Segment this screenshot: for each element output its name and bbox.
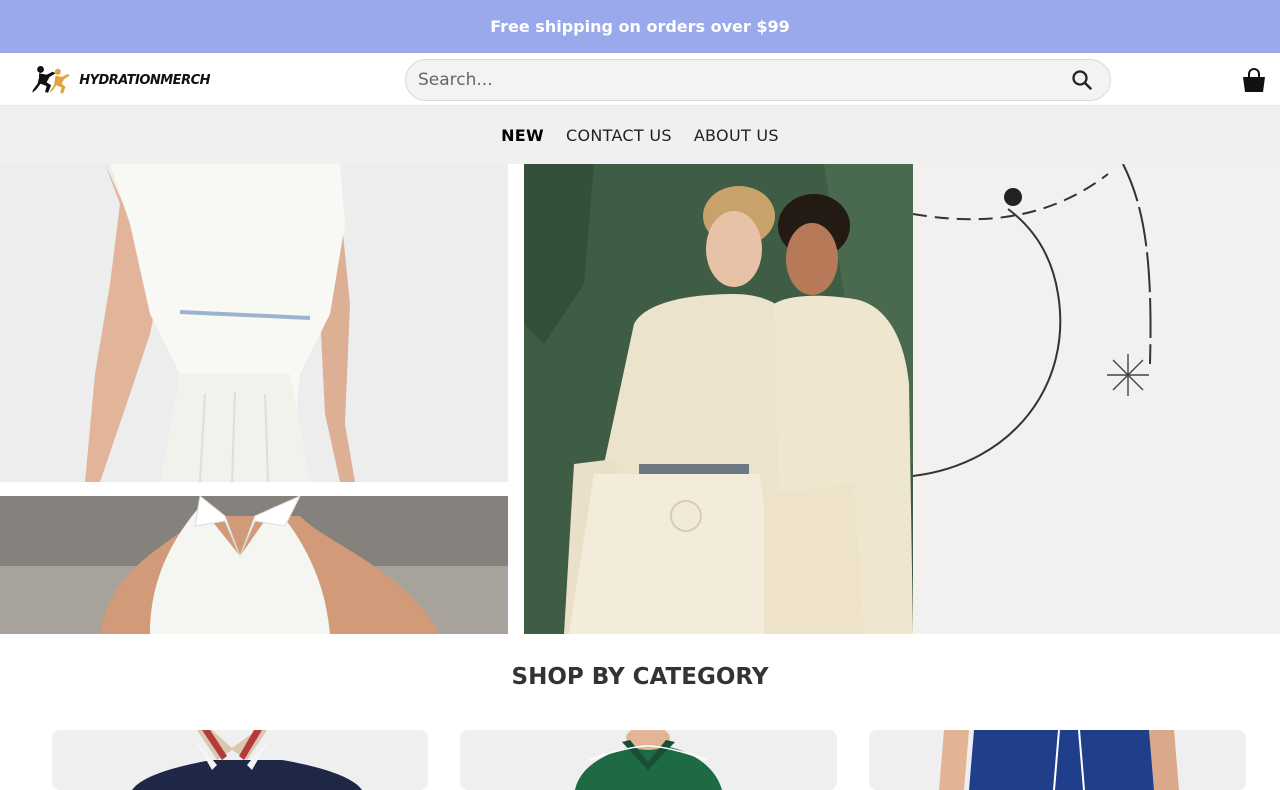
cart-button[interactable] xyxy=(1240,68,1268,94)
hero-image-halter-top xyxy=(0,496,508,634)
nav-item-about-us[interactable]: ABOUT US xyxy=(694,126,779,145)
category-card-jackets[interactable] xyxy=(52,730,428,790)
category-card-shorts[interactable] xyxy=(869,730,1246,790)
nav-item-new[interactable]: NEW xyxy=(501,126,544,145)
shop-by-category-title: SHOP BY CATEGORY xyxy=(511,664,769,690)
category-image-green-polo xyxy=(460,730,837,790)
shopping-bag-icon xyxy=(1243,68,1265,92)
runner-logo-icon xyxy=(32,66,70,94)
category-image-navy-jacket xyxy=(52,730,428,790)
hero-banner[interactable] xyxy=(0,164,1280,634)
announcement-text: Free shipping on orders over $99 xyxy=(490,17,790,36)
search-input[interactable] xyxy=(418,70,1068,90)
hero-image-line-art xyxy=(913,164,1280,634)
nav-item-contact-us[interactable]: CONTACT US xyxy=(566,126,672,145)
main-nav: NEW CONTACT US ABOUT US xyxy=(0,106,1280,164)
search-bar xyxy=(405,59,1111,101)
logo-text: HYDRATIONMERCH xyxy=(79,72,210,88)
category-card-polos[interactable] xyxy=(460,730,837,790)
logo[interactable]: HYDRATIONMERCH xyxy=(30,57,210,103)
hero-image-dress-back xyxy=(0,164,508,482)
announcement-bar: Free shipping on orders over $99 xyxy=(0,0,1280,53)
site-header: HYDRATIONMERCH xyxy=(0,53,1280,106)
hero-image-two-players xyxy=(524,164,913,634)
search-icon xyxy=(1072,70,1092,90)
category-image-navy-shorts xyxy=(869,730,1246,790)
search-button[interactable] xyxy=(1068,66,1096,94)
